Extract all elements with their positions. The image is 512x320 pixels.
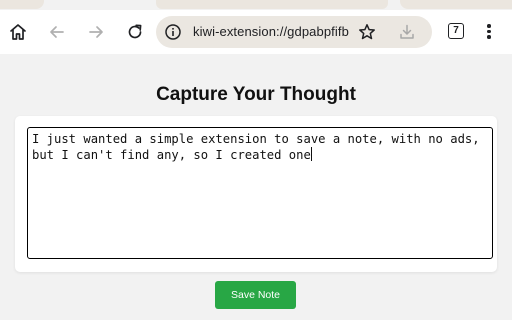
tab[interactable]: [156, 0, 388, 9]
page-title: Capture Your Thought: [156, 84, 356, 105]
text-caret: [310, 147, 312, 161]
forward-button[interactable]: [83, 19, 109, 45]
arrow-left-icon: [50, 26, 64, 38]
star-icon[interactable]: [358, 23, 376, 41]
browser-toolbar: kiwi-extension://gdpabpfifb 7: [0, 10, 512, 54]
note-text: I just wanted a simple extension to save…: [32, 132, 487, 162]
tab-count-button[interactable]: 7: [448, 23, 464, 39]
reload-button[interactable]: [122, 19, 148, 45]
back-button[interactable]: [44, 19, 70, 45]
save-note-button[interactable]: Save Note: [215, 281, 296, 309]
download-icon[interactable]: [398, 23, 416, 41]
address-bar[interactable]: kiwi-extension://gdpabpfifb: [156, 16, 432, 48]
home-button[interactable]: [5, 19, 31, 45]
home-icon: [10, 24, 26, 40]
reload-icon: [128, 24, 142, 39]
arrow-right-icon: [89, 26, 103, 38]
more-vertical-icon[interactable]: [486, 24, 492, 40]
tab[interactable]: [400, 0, 512, 9]
tab-strip: [0, 0, 512, 10]
note-textarea[interactable]: I just wanted a simple extension to save…: [27, 127, 493, 259]
url-text[interactable]: kiwi-extension://gdpabpfifb: [193, 24, 349, 39]
info-icon[interactable]: [164, 23, 182, 41]
tab[interactable]: [0, 0, 44, 9]
